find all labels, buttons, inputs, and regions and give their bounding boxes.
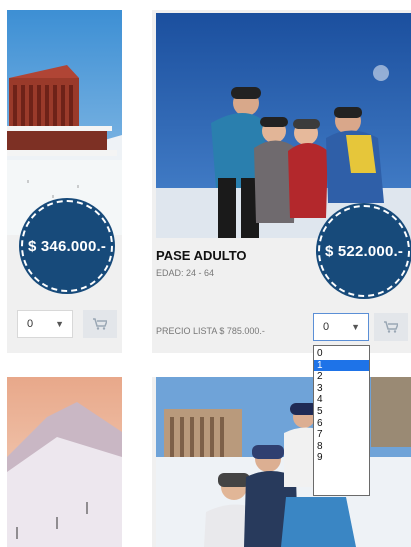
product-card-3 bbox=[7, 377, 122, 547]
dropdown-option[interactable]: 7 bbox=[314, 429, 369, 441]
dropdown-option[interactable]: 4 bbox=[314, 394, 369, 406]
quantity-select[interactable]: 0 ▼ bbox=[313, 313, 369, 341]
mountain-photo bbox=[7, 377, 122, 547]
family-photo bbox=[156, 377, 411, 547]
chevron-down-icon: ▼ bbox=[55, 319, 64, 329]
dropdown-option[interactable]: 8 bbox=[314, 441, 369, 453]
add-to-cart-button[interactable] bbox=[83, 310, 117, 338]
cart-icon bbox=[384, 321, 398, 333]
dropdown-option[interactable]: 6 bbox=[314, 418, 369, 430]
product-card-2: $ 522.000.- PASE ADULTO EDAD: 24 - 64 PR… bbox=[152, 10, 411, 353]
cart-icon bbox=[93, 318, 107, 330]
product-title: PASE ADULTO bbox=[156, 248, 247, 263]
dropdown-option[interactable]: 1 bbox=[314, 359, 369, 372]
skiers-photo bbox=[156, 13, 411, 238]
dropdown-option[interactable]: 3 bbox=[314, 383, 369, 395]
dropdown-option[interactable]: 5 bbox=[314, 406, 369, 418]
quantity-dropdown-list[interactable]: 0123456789 bbox=[313, 345, 370, 496]
dropdown-option[interactable]: 0 bbox=[314, 348, 369, 360]
add-to-cart-button[interactable] bbox=[374, 313, 408, 341]
quantity-select[interactable]: 0 ▼ bbox=[17, 310, 73, 338]
quantity-value: 0 bbox=[27, 318, 34, 330]
dropdown-option[interactable]: 2 bbox=[314, 371, 369, 383]
product-card-1: $ 346.000.- 0 ▼ bbox=[7, 10, 122, 353]
list-price: PRECIO LISTA $ 785.000.- bbox=[156, 326, 265, 336]
quantity-value: 0 bbox=[323, 321, 330, 333]
dropdown-option[interactable]: 9 bbox=[314, 452, 369, 464]
price-badge: $ 346.000.- bbox=[21, 200, 113, 292]
product-card-4 bbox=[152, 377, 411, 547]
price-badge: $ 522.000.- bbox=[318, 205, 410, 297]
product-age-range: EDAD: 24 - 64 bbox=[156, 268, 215, 278]
chevron-down-icon: ▼ bbox=[351, 322, 360, 332]
